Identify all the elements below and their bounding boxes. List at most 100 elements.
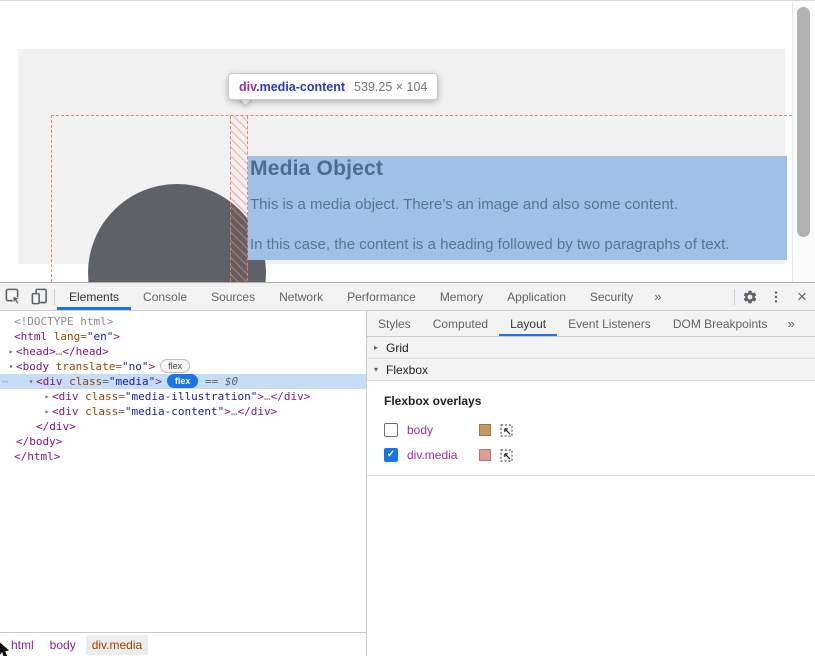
tree-token: </div> <box>237 405 277 418</box>
tree-token: = <box>80 330 87 343</box>
tree-token: <head> <box>16 345 56 358</box>
tree-token: class <box>69 375 102 388</box>
overlay-row-body: body <box>384 422 815 438</box>
expander-closed-icon[interactable]: ▸ <box>42 404 52 419</box>
tree-token: </div> <box>36 420 76 433</box>
close-icon[interactable]: × <box>789 283 815 310</box>
tree-token: <div <box>52 405 85 418</box>
tree-token: <div <box>52 390 85 403</box>
tree-token: $0 <box>225 375 238 388</box>
chevron-right-icon: ▸ <box>374 343 386 352</box>
sidebar-tab-event-listeners[interactable]: Event Listeners <box>557 311 662 336</box>
tree-token: "media-content" <box>125 405 224 418</box>
tree-token: "no" <box>122 360 149 373</box>
tab-elements[interactable]: Elements <box>57 283 131 310</box>
tree-row[interactable]: ▸<div class="media-content">…</div> <box>0 404 366 419</box>
tab-memory[interactable]: Memory <box>428 283 495 310</box>
sidebar-tab-computed[interactable]: Computed <box>422 311 499 336</box>
tree-row[interactable]: <html lang="en"> <box>0 329 366 344</box>
tree-row[interactable]: </body> <box>0 434 366 449</box>
sidebar-tab-styles[interactable]: Styles <box>367 311 422 336</box>
tab-sources[interactable]: Sources <box>199 283 267 310</box>
tab-performance[interactable]: Performance <box>335 283 428 310</box>
dom-tree: <!DOCTYPE html><html lang="en">▸<head>…<… <box>0 311 366 464</box>
browser-viewport: Media Object This is a media object. The… <box>0 0 815 282</box>
tab-network[interactable]: Network <box>267 283 335 310</box>
settings-icon[interactable] <box>737 283 763 310</box>
tree-row[interactable]: </div> <box>0 419 366 434</box>
inspect-icon[interactable] <box>0 283 26 310</box>
tree-row[interactable]: </html> <box>0 449 366 464</box>
media-heading: Media Object <box>250 157 383 181</box>
elements-panel: <!DOCTYPE html><html lang="en">▸<head>…<… <box>0 311 367 656</box>
tree-token: <!DOCTYPE html> <box>14 315 113 328</box>
more-tabs-chevron[interactable]: » <box>645 283 670 310</box>
toolbar-divider <box>54 289 55 305</box>
tree-token: "media-illustration" <box>125 390 257 403</box>
flex-badge[interactable]: flex <box>160 359 190 373</box>
media-paragraph-1: This is a media object. There’s an image… <box>250 196 678 213</box>
tree-row[interactable]: <!DOCTYPE html> <box>0 314 366 329</box>
flexbox-overlays-title: Flexbox overlays <box>384 394 815 408</box>
tree-row[interactable]: ⋯▾<div class="media">flex == $0 <box>0 374 366 389</box>
tree-token: … <box>264 390 271 403</box>
breadcrumb: htmlbodydiv.media <box>0 632 366 656</box>
screenshot-root: Media Object This is a media object. The… <box>0 0 815 656</box>
chevron-down-icon: ▾ <box>374 365 386 374</box>
tree-token: <html <box>14 330 54 343</box>
more-options-icon[interactable] <box>763 283 789 310</box>
section-grid[interactable]: ▸ Grid <box>367 337 815 359</box>
scrollbar-thumb[interactable] <box>797 7 810 237</box>
expander-closed-icon[interactable]: ▸ <box>6 344 16 359</box>
tree-token: > <box>257 390 264 403</box>
highlight-element-icon <box>500 424 513 437</box>
breadcrumb-item-div-media[interactable]: div.media <box>86 635 148 655</box>
checkbox-body[interactable] <box>384 423 398 437</box>
devtools-tabs: ElementsConsoleSourcesNetworkPerformance… <box>57 283 645 310</box>
breadcrumb-item-body[interactable]: body <box>44 635 82 655</box>
tree-token: = <box>118 405 125 418</box>
flex-gap-hatch <box>230 116 248 301</box>
flex-badge-active[interactable]: flex <box>167 374 199 388</box>
tree-token: > <box>155 375 162 388</box>
highlight-element-icon <box>500 449 513 462</box>
tree-token: "media" <box>109 375 155 388</box>
color-swatch-body <box>479 424 491 436</box>
inspect-tooltip: div.media-content 539.25 × 104 <box>228 73 438 100</box>
tree-token: class <box>85 390 118 403</box>
checkbox-divmedia[interactable]: ✓ <box>384 448 398 462</box>
tree-token: <div <box>36 375 69 388</box>
tree-token: > <box>148 360 155 373</box>
tree-row[interactable]: ▾<body translate="no">flex <box>0 359 366 374</box>
sidebar-more-tabs-chevron[interactable]: » <box>779 311 804 336</box>
page-scrollbar[interactable] <box>792 2 815 283</box>
tree-token: <body <box>16 360 56 373</box>
tree-token: </div> <box>271 390 311 403</box>
sidebar-panel: StylesComputedLayoutEvent ListenersDOM B… <box>367 311 815 656</box>
tree-token: > <box>113 330 120 343</box>
sidebar-tab-dom-breakpoints[interactable]: DOM Breakpoints <box>662 311 779 336</box>
tab-console[interactable]: Console <box>131 283 199 310</box>
overlay-label-divmedia: div.media <box>407 448 469 462</box>
section-flexbox-label: Flexbox <box>386 363 428 377</box>
color-swatch-divmedia <box>479 449 491 461</box>
breadcrumb-item-html[interactable]: html <box>5 635 40 655</box>
toolbar-divider-right <box>734 289 735 305</box>
tab-security[interactable]: Security <box>578 283 645 310</box>
tree-token: = <box>118 390 125 403</box>
sidebar-tab-layout[interactable]: Layout <box>499 311 557 336</box>
expander-open-icon[interactable]: ▾ <box>26 374 36 389</box>
tree-row[interactable]: ▸<div class="media-illustration">…</div> <box>0 389 366 404</box>
tree-token: </head> <box>62 345 108 358</box>
tab-application[interactable]: Application <box>495 283 578 310</box>
section-flexbox[interactable]: ▾ Flexbox <box>367 359 815 381</box>
tree-token: > <box>224 405 231 418</box>
expander-open-icon[interactable]: ▾ <box>6 359 16 374</box>
devtools-panel: ElementsConsoleSourcesNetworkPerformance… <box>0 282 815 656</box>
media-content-highlight: Media Object This is a media object. The… <box>248 156 787 260</box>
tree-row[interactable]: ▸<head>…</head> <box>0 344 366 359</box>
device-toolbar-icon[interactable] <box>26 283 52 310</box>
expander-closed-icon[interactable]: ▸ <box>42 389 52 404</box>
overlay-label-body: body <box>407 423 469 437</box>
tree-token: </body> <box>16 435 62 448</box>
